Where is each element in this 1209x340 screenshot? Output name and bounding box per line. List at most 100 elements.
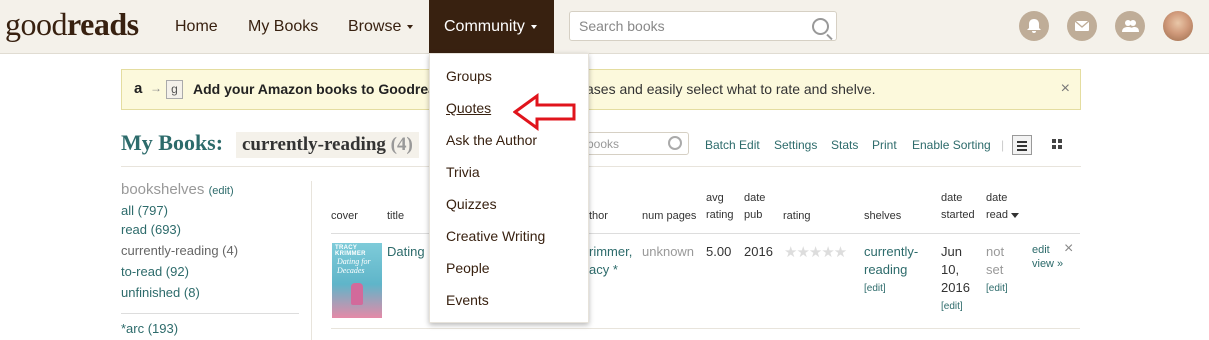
goodreads-logo[interactable]: goodreads	[5, 6, 139, 43]
cover-illustration	[351, 283, 363, 305]
menu-item-people[interactable]: People	[446, 260, 490, 276]
header-line: avg	[706, 192, 724, 204]
column-header-author[interactable]: thor	[589, 208, 608, 225]
shelf-name: currently-reading	[242, 134, 386, 155]
nav-home[interactable]: Home	[175, 0, 218, 53]
divider	[311, 181, 312, 340]
messages-icon[interactable]	[1067, 11, 1097, 41]
menu-item-creative-writing[interactable]: Creative Writing	[446, 228, 545, 244]
column-header-avg-rating[interactable]: avg rating	[706, 190, 734, 224]
header-line: read	[986, 209, 1009, 221]
date-line: set	[986, 262, 1004, 277]
menu-item-trivia[interactable]: Trivia	[446, 164, 480, 180]
menu-item-events[interactable]: Events	[446, 292, 489, 308]
close-icon[interactable]: ×	[1061, 80, 1070, 98]
date-started-value: Jun 10, 2016	[941, 243, 970, 297]
divider	[331, 328, 1080, 329]
stats-link[interactable]: Stats	[831, 138, 858, 152]
date-line: Jun	[941, 244, 962, 259]
shelf-search-input[interactable]: books	[580, 132, 689, 155]
column-header-title[interactable]: title	[387, 208, 404, 225]
page-title[interactable]: My Books:	[121, 130, 223, 156]
sort-desc-icon	[1011, 212, 1020, 218]
shelf-item-to-read[interactable]: to-read (92)	[121, 264, 189, 279]
shelf-link[interactable]: currently-reading	[864, 243, 918, 279]
header-line: rating	[706, 209, 734, 221]
view-review-link[interactable]: view »	[1032, 258, 1063, 270]
book-cover[interactable]: TRACY KRIMMER Dating for Decades	[332, 243, 382, 318]
book-title-link[interactable]: Dating	[387, 243, 425, 261]
bookshelves-label: bookshelves	[121, 181, 205, 198]
edit-date-started-link[interactable]: [edit]	[941, 301, 963, 312]
settings-link[interactable]: Settings	[774, 138, 817, 152]
author-line: acy *	[589, 262, 618, 277]
nav-community[interactable]: Community	[429, 0, 554, 53]
column-header-cover[interactable]: cover	[331, 208, 358, 225]
nav-my-books[interactable]: My Books	[248, 0, 318, 53]
column-header-shelves[interactable]: shelves	[864, 208, 901, 225]
num-pages-value: unknown	[642, 244, 695, 259]
date-pub-value: 2016	[744, 244, 773, 259]
menu-item-ask-the-author[interactable]: Ask the Author	[446, 132, 537, 148]
banner-text[interactable]: Add your Amazon books to Goodreads	[193, 81, 452, 97]
date-line: 10,	[941, 262, 960, 277]
column-header-date-pub[interactable]: date pub	[744, 190, 765, 224]
shelf-item-arc[interactable]: *arc (193)	[121, 321, 178, 336]
notifications-icon[interactable]	[1019, 11, 1049, 41]
column-header-date-started[interactable]: date started	[941, 190, 975, 224]
book-author-link[interactable]: rimmer, acy *	[589, 243, 632, 279]
shelf-search-placeholder: books	[587, 137, 620, 151]
divider	[121, 166, 1081, 167]
amazon-import-banner: a → g Add your Amazon books to Goodreads…	[121, 69, 1081, 110]
friends-icon[interactable]	[1115, 11, 1145, 41]
menu-item-quotes[interactable]: Quotes	[446, 100, 491, 116]
menu-item-groups[interactable]: Groups	[446, 68, 492, 84]
edit-date-read-link[interactable]: [edit]	[986, 283, 1008, 294]
batch-edit-link[interactable]: Batch Edit	[705, 138, 760, 152]
goodreads-icon: g	[166, 80, 183, 99]
grid-view-icon[interactable]	[1049, 135, 1069, 155]
shelf-item-all[interactable]: all (797)	[121, 203, 168, 218]
red-arrow-annotation-icon	[513, 93, 576, 131]
search-input[interactable]: Search books	[569, 11, 837, 41]
avg-rating-value: 5.00	[706, 244, 732, 259]
enable-sorting-link[interactable]: Enable Sorting	[912, 138, 991, 152]
shelf-item-currently-reading[interactable]: currently-reading (4)	[121, 243, 238, 258]
nav-community-label: Community	[444, 18, 525, 35]
edit-review-link[interactable]: edit	[1032, 244, 1050, 256]
shelf-line: currently-	[864, 244, 919, 259]
list-view-icon[interactable]	[1012, 135, 1032, 155]
remove-book-icon[interactable]: ×	[1064, 240, 1073, 258]
cover-author: TRACY KRIMMER	[335, 245, 366, 257]
nav-browse[interactable]: Browse	[348, 0, 414, 53]
shelf-item-unfinished[interactable]: unfinished (8)	[121, 285, 200, 300]
current-shelf-chip: currently-reading (4)	[236, 132, 419, 158]
shelf-line: reading	[864, 262, 908, 277]
shelf-item-read[interactable]: read (693)	[121, 222, 181, 237]
top-navigation-bar: goodreads Home My Books Browse Community…	[0, 0, 1209, 54]
header-line: date	[744, 192, 766, 204]
amazon-icon: a	[134, 80, 143, 97]
nav-browse-label: Browse	[348, 18, 402, 35]
column-header-date-read[interactable]: date read	[986, 190, 1020, 224]
chevron-down-icon	[407, 24, 414, 29]
column-header-num-pages[interactable]: num pages	[642, 208, 696, 225]
print-link[interactable]: Print	[872, 138, 897, 152]
author-line: rimmer,	[589, 244, 633, 259]
search-icon[interactable]	[812, 18, 829, 35]
shelf-count: (4)	[390, 134, 413, 155]
search-icon[interactable]	[668, 136, 682, 150]
header-line: date	[941, 192, 963, 204]
arrow-right-icon: →	[150, 81, 162, 95]
chevron-down-icon	[530, 24, 537, 29]
rating-stars[interactable]: ★★★★★	[784, 243, 847, 261]
profile-avatar[interactable]	[1163, 11, 1193, 41]
search-placeholder: Search books	[579, 18, 665, 34]
banner-text-continued: ases and easily select what to rate and …	[586, 81, 876, 97]
date-line: 2016	[941, 280, 970, 295]
edit-shelves-link[interactable]: (edit)	[209, 185, 234, 197]
cover-title: Dating for Decades	[337, 257, 371, 275]
column-header-rating[interactable]: rating	[783, 208, 811, 225]
edit-shelves-link[interactable]: [edit]	[864, 283, 886, 294]
menu-item-quizzes[interactable]: Quizzes	[446, 196, 497, 212]
